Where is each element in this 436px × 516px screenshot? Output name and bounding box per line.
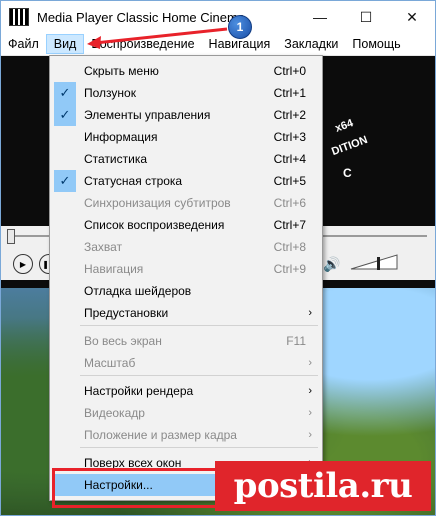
view-menu-item: Масштаб › xyxy=(52,352,320,374)
view-menu-item[interactable]: ✓ Статусная строка Ctrl+5 xyxy=(52,170,320,192)
view-menu-item[interactable]: Настройки рендера › xyxy=(52,380,320,402)
view-menu-item-shortcut: Ctrl+1 xyxy=(273,86,306,100)
view-menu-item-shortcut: Ctrl+8 xyxy=(273,240,306,254)
chevron-right-icon: › xyxy=(308,429,312,441)
step-badge: 1 xyxy=(228,15,252,39)
menu-separator xyxy=(80,447,318,448)
view-menu-item-shortcut: Ctrl+4 xyxy=(273,152,306,166)
view-menu-item[interactable]: ✓ Элементы управления Ctrl+2 xyxy=(52,104,320,126)
view-menu-item[interactable]: Список воспроизведения Ctrl+7 xyxy=(52,214,320,236)
play-icon[interactable]: ▶ xyxy=(13,254,33,274)
view-menu-item-label: Статистика xyxy=(84,152,148,166)
check-icon: ✓ xyxy=(54,170,76,192)
window-controls: — ☐ ✕ xyxy=(297,1,435,33)
view-menu-item[interactable]: Предустановки › xyxy=(52,302,320,324)
view-menu-item-label: Положение и размер кадра xyxy=(84,428,237,442)
view-menu-item-label: Масштаб xyxy=(84,356,136,370)
view-menu-item-shortcut: Ctrl+0 xyxy=(273,64,306,78)
menu-bookmarks[interactable]: Закладки xyxy=(277,34,345,54)
seek-thumb[interactable] xyxy=(7,229,15,244)
view-menu-item-shortcut: F11 xyxy=(286,334,306,348)
close-button[interactable]: ✕ xyxy=(389,1,435,33)
view-menu-item-shortcut: Ctrl+3 xyxy=(273,130,306,144)
view-menu-item-label: Элементы управления xyxy=(84,108,211,122)
view-menu-item[interactable]: Информация Ctrl+3 xyxy=(52,126,320,148)
view-menu-item: Навигация Ctrl+9 xyxy=(52,258,320,280)
view-menu-item-label: Видеокадр xyxy=(84,406,145,420)
watermark-logo: postila.ru xyxy=(215,461,431,511)
view-menu-item-shortcut: Ctrl+5 xyxy=(273,174,306,188)
check-icon: ✓ xyxy=(54,82,76,104)
film-strip-icon xyxy=(9,8,29,26)
chevron-right-icon: › xyxy=(308,357,312,369)
view-menu-item-shortcut: Ctrl+6 xyxy=(273,196,306,210)
video-overlay-text: x64 xyxy=(333,117,355,135)
chevron-right-icon: › xyxy=(308,407,312,419)
video-overlay-text: DITION xyxy=(330,133,370,159)
view-menu-item-label: Скрыть меню xyxy=(84,64,159,78)
view-menu-item-label: Синхронизация субтитров xyxy=(84,196,231,210)
menu-separator xyxy=(80,375,318,376)
view-menu-item-label: Ползунок xyxy=(84,86,136,100)
view-menu-item-shortcut: Ctrl+2 xyxy=(273,108,306,122)
view-menu-item-label: Захват xyxy=(84,240,123,254)
video-overlay-text: C xyxy=(343,166,352,180)
view-menu-item[interactable]: Отладка шейдеров xyxy=(52,280,320,302)
menu-view[interactable]: Вид xyxy=(45,34,85,54)
menu-file[interactable]: Файл xyxy=(1,34,46,54)
view-menu-item-label: Отладка шейдеров xyxy=(84,284,192,298)
menu-separator xyxy=(80,325,318,326)
media-player-window: Media Player Classic Home Cinema — ☐ ✕ Ф… xyxy=(0,0,436,516)
view-menu-item: Во весь экран F11 xyxy=(52,330,320,352)
chevron-right-icon: › xyxy=(308,307,312,319)
view-menu-item[interactable]: ✓ Ползунок Ctrl+1 xyxy=(52,82,320,104)
volume-icon[interactable]: 🔊 xyxy=(323,256,340,273)
maximize-button[interactable]: ☐ xyxy=(343,1,389,33)
view-menu-item-label: Статусная строка xyxy=(84,174,183,188)
view-menu-item-label: Навигация xyxy=(84,262,144,276)
view-menu-item: Видеокадр › xyxy=(52,402,320,424)
chevron-right-icon: › xyxy=(308,385,312,397)
view-menu-item[interactable]: Скрыть меню Ctrl+0 xyxy=(52,60,320,82)
view-menu-item: Положение и размер кадра › xyxy=(52,424,320,446)
view-menu-item-shortcut: Ctrl+7 xyxy=(273,218,306,232)
view-menu-item-shortcut: Ctrl+9 xyxy=(273,262,306,276)
minimize-button[interactable]: — xyxy=(297,1,343,33)
menu-help[interactable]: Помощь xyxy=(345,34,407,54)
annotation-arrow xyxy=(87,27,228,49)
view-menu-item-label: Во весь экран xyxy=(84,334,162,348)
view-menu-item[interactable]: Статистика Ctrl+4 xyxy=(52,148,320,170)
view-menu-item-label: Настройки рендера xyxy=(84,384,194,398)
volume-slider[interactable] xyxy=(349,251,399,271)
view-menu-item-label: Информация xyxy=(84,130,158,144)
check-icon: ✓ xyxy=(54,104,76,126)
view-menu-dropdown: Скрыть меню Ctrl+0 ✓ Ползунок Ctrl+1 ✓ Элемент… xyxy=(49,55,323,501)
view-menu-item: Синхронизация субтитров Ctrl+6 xyxy=(52,192,320,214)
view-menu-item-label: Предустановки xyxy=(84,306,169,320)
view-menu-item-label: Список воспроизведения xyxy=(84,218,225,232)
view-menu-item: Захват Ctrl+8 xyxy=(52,236,320,258)
